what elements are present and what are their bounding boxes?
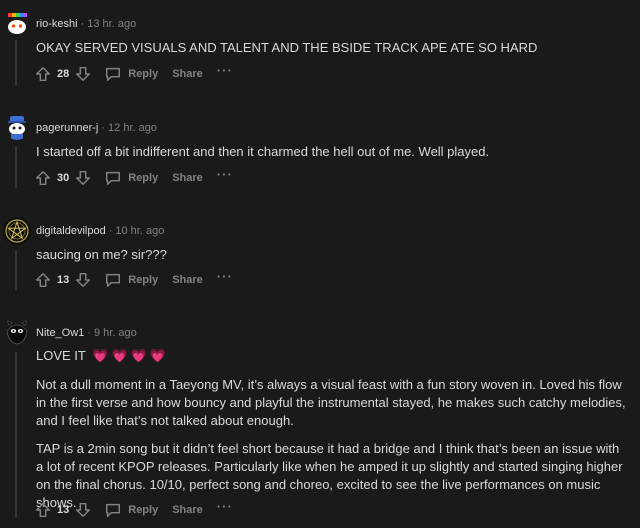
thread-line[interactable]	[15, 40, 17, 86]
comment-actions: 30 Reply Share ···	[34, 168, 233, 188]
upvote-icon[interactable]	[34, 271, 52, 289]
comment-body: I started off a bit indifferent and then…	[36, 143, 628, 171]
vote-count: 30	[57, 172, 70, 184]
heart-emoji-icon: 💗	[111, 348, 128, 363]
username[interactable]: digitaldevilpod	[36, 225, 106, 237]
snoo-avatar-icon[interactable]	[3, 317, 31, 345]
reply-icon	[106, 273, 121, 288]
reply-button[interactable]: Reply	[104, 65, 158, 83]
share-button[interactable]: Share	[172, 68, 203, 80]
heart-emoji-icon: 💗	[92, 348, 109, 363]
vote-count: 13	[57, 504, 70, 516]
downvote-icon[interactable]	[74, 271, 92, 289]
comment-thread: rio-keshi · 13 hr. ago OKAY SERVED VISUALS…	[0, 0, 640, 528]
comment-paragraph: saucing on me? sir???	[36, 247, 167, 262]
more-options-button[interactable]: ···	[217, 168, 233, 186]
share-button[interactable]: Share	[172, 274, 203, 286]
timestamp[interactable]: 10 hr. ago	[115, 225, 164, 237]
meta-separator: ·	[87, 327, 91, 339]
comment-body: OKAY SERVED VISUALS AND TALENT AND THE B…	[36, 39, 628, 67]
timestamp[interactable]: 13 hr. ago	[87, 18, 136, 30]
comment-meta: Nite_Ow1 · 9 hr. ago	[36, 326, 137, 340]
reply-icon	[106, 171, 121, 186]
reply-icon	[106, 67, 121, 82]
thread-line[interactable]	[15, 146, 17, 188]
comment-meta: digitaldevilpod · 10 hr. ago	[36, 224, 164, 238]
comment-paragraph: Not a dull moment in a Taeyong MV, it’s …	[36, 377, 626, 428]
comment-body: LOVE IT 💗 💗 💗 💗 Not a dull moment in a Taey…	[36, 347, 628, 522]
reply-icon	[106, 503, 121, 518]
upvote-icon[interactable]	[34, 65, 52, 83]
comment-actions: 13 Reply Share ···	[34, 500, 233, 520]
reply-label: Reply	[128, 68, 159, 80]
username[interactable]: Nite_Ow1	[36, 327, 84, 339]
meta-separator: ·	[108, 225, 113, 237]
reply-label: Reply	[128, 172, 159, 184]
more-options-button[interactable]: ···	[217, 64, 233, 82]
vote-count: 13	[57, 274, 70, 286]
comment-meta: pagerunner-j · 12 hr. ago	[36, 121, 157, 135]
more-options-button[interactable]: ···	[217, 270, 233, 288]
reply-button[interactable]: Reply	[104, 271, 158, 289]
comment-meta: rio-keshi · 13 hr. ago	[36, 17, 136, 31]
vote-count: 28	[57, 68, 70, 80]
pentagram-avatar-icon[interactable]	[3, 217, 31, 245]
share-button[interactable]: Share	[172, 504, 203, 516]
share-button[interactable]: Share	[172, 172, 203, 184]
downvote-icon[interactable]	[74, 169, 92, 187]
meta-separator: ·	[101, 122, 106, 134]
snoo-avatar-icon[interactable]	[3, 9, 31, 37]
comment-actions: 28 Reply Share ···	[34, 64, 233, 84]
thread-line[interactable]	[15, 250, 17, 290]
comment-paragraph: I started off a bit indifferent and then…	[36, 144, 490, 159]
timestamp[interactable]: 12 hr. ago	[108, 122, 157, 134]
username[interactable]: rio-keshi	[36, 18, 78, 30]
comment-actions: 13 Reply Share ···	[34, 270, 233, 290]
reply-button[interactable]: Reply	[104, 501, 158, 519]
heart-emoji-icon: 💗	[130, 348, 147, 363]
upvote-icon[interactable]	[34, 169, 52, 187]
more-options-button[interactable]: ···	[217, 500, 233, 518]
timestamp[interactable]: 9 hr. ago	[94, 327, 137, 339]
comment-paragraph: LOVE IT 💗 💗 💗 💗	[36, 347, 628, 365]
downvote-icon[interactable]	[74, 501, 92, 519]
thread-line[interactable]	[15, 352, 17, 518]
username[interactable]: pagerunner-j	[36, 122, 98, 134]
reply-button[interactable]: Reply	[104, 169, 158, 187]
comment-text: LOVE IT	[36, 348, 86, 363]
reply-label: Reply	[128, 504, 159, 516]
downvote-icon[interactable]	[74, 65, 92, 83]
comment-paragraph: OKAY SERVED VISUALS AND TALENT AND THE B…	[36, 40, 538, 55]
upvote-icon[interactable]	[34, 501, 52, 519]
meta-separator: ·	[80, 18, 85, 30]
heart-emoji-icon: 💗	[149, 348, 166, 363]
snoo-avatar-icon[interactable]	[3, 112, 31, 140]
reply-label: Reply	[128, 274, 159, 286]
